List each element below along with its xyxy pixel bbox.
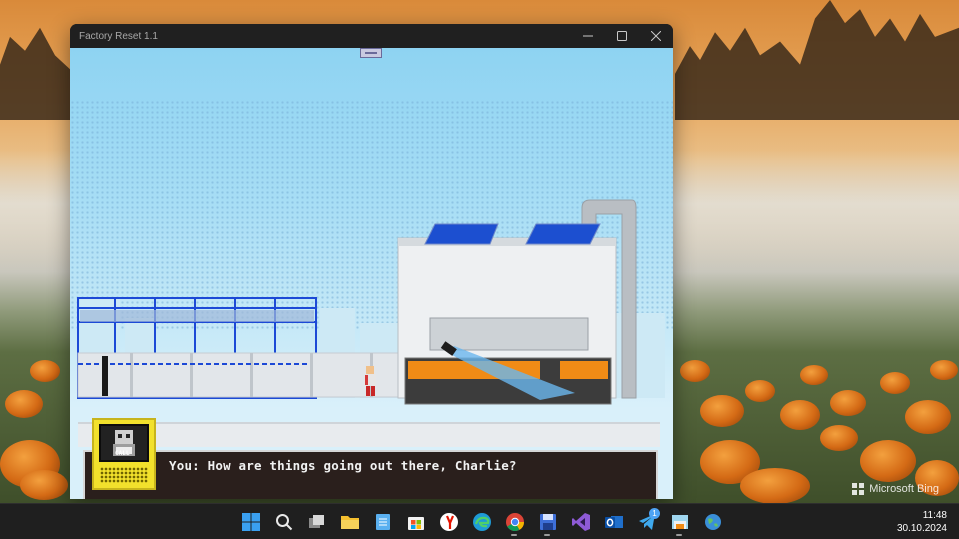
- pumpkin: [680, 360, 710, 382]
- pumpkin: [740, 468, 810, 503]
- notepad-icon[interactable]: [368, 508, 397, 536]
- visual-studio-icon[interactable]: [566, 508, 595, 536]
- game-window: Factory Reset 1.1 CALL You: How are thin…: [70, 24, 673, 499]
- yandex-browser-icon[interactable]: [434, 508, 463, 536]
- caller-portrait: CALL: [92, 418, 156, 490]
- black-post: [102, 356, 108, 396]
- pumpkin: [700, 395, 744, 427]
- pumpkin: [930, 360, 958, 380]
- telegram-icon[interactable]: 1: [632, 508, 661, 536]
- store-icon[interactable]: [401, 508, 430, 536]
- scaffold-mesh: [80, 310, 314, 322]
- minimize-icon[interactable]: [571, 24, 605, 48]
- game-canvas[interactable]: CALL You: How are things going out there…: [70, 48, 673, 499]
- pumpkin: [20, 470, 68, 500]
- search-icon[interactable]: [269, 508, 298, 536]
- bing-watermark: Microsoft Bing: [852, 483, 939, 495]
- taskbar-apps: 1: [236, 508, 727, 536]
- floppy-icon[interactable]: [533, 508, 562, 536]
- task-view-icon[interactable]: [302, 508, 331, 536]
- pumpkin: [820, 425, 858, 451]
- pumpkin: [860, 440, 916, 482]
- ground-platform: [78, 422, 660, 447]
- garage-frame: [429, 317, 589, 351]
- pumpkin: [30, 360, 60, 382]
- pumpkin: [905, 400, 951, 434]
- bing-logo-icon: [852, 483, 865, 495]
- telegram-badge: 1: [649, 508, 660, 519]
- globe-icon[interactable]: [698, 508, 727, 536]
- taskbar: 1 11:48 30.10.2024: [0, 503, 959, 539]
- system-clock[interactable]: 11:48 30.10.2024: [897, 509, 947, 535]
- maximize-icon[interactable]: [605, 24, 639, 48]
- portrait-grille: [100, 467, 148, 483]
- close-icon[interactable]: [639, 24, 673, 48]
- pumpkin: [5, 390, 43, 418]
- chain-fence: [77, 352, 401, 398]
- clock-date: 30.10.2024: [896, 523, 947, 534]
- folder-icon[interactable]: [335, 508, 364, 536]
- edge-icon[interactable]: [467, 508, 496, 536]
- window-controls: [571, 24, 673, 48]
- factory-reset-icon[interactable]: [665, 508, 694, 536]
- clock-time: 11:48: [922, 510, 947, 521]
- pumpkin: [780, 400, 820, 430]
- dialog-text: You: How are things going out there, Cha…: [169, 458, 517, 473]
- portrait-call-label: CALL: [115, 450, 130, 457]
- window-titlebar[interactable]: Factory Reset 1.1: [70, 24, 673, 48]
- pumpkin: [880, 372, 910, 394]
- outlook-icon[interactable]: [599, 508, 628, 536]
- windows-start-icon[interactable]: [236, 508, 265, 536]
- pumpkin: [745, 380, 775, 402]
- pumpkin: [830, 390, 866, 416]
- bing-watermark-text: Microsoft Bing: [869, 483, 939, 495]
- window-title: Factory Reset 1.1: [79, 30, 158, 42]
- chrome-icon[interactable]: [500, 508, 529, 536]
- pumpkin: [800, 365, 828, 385]
